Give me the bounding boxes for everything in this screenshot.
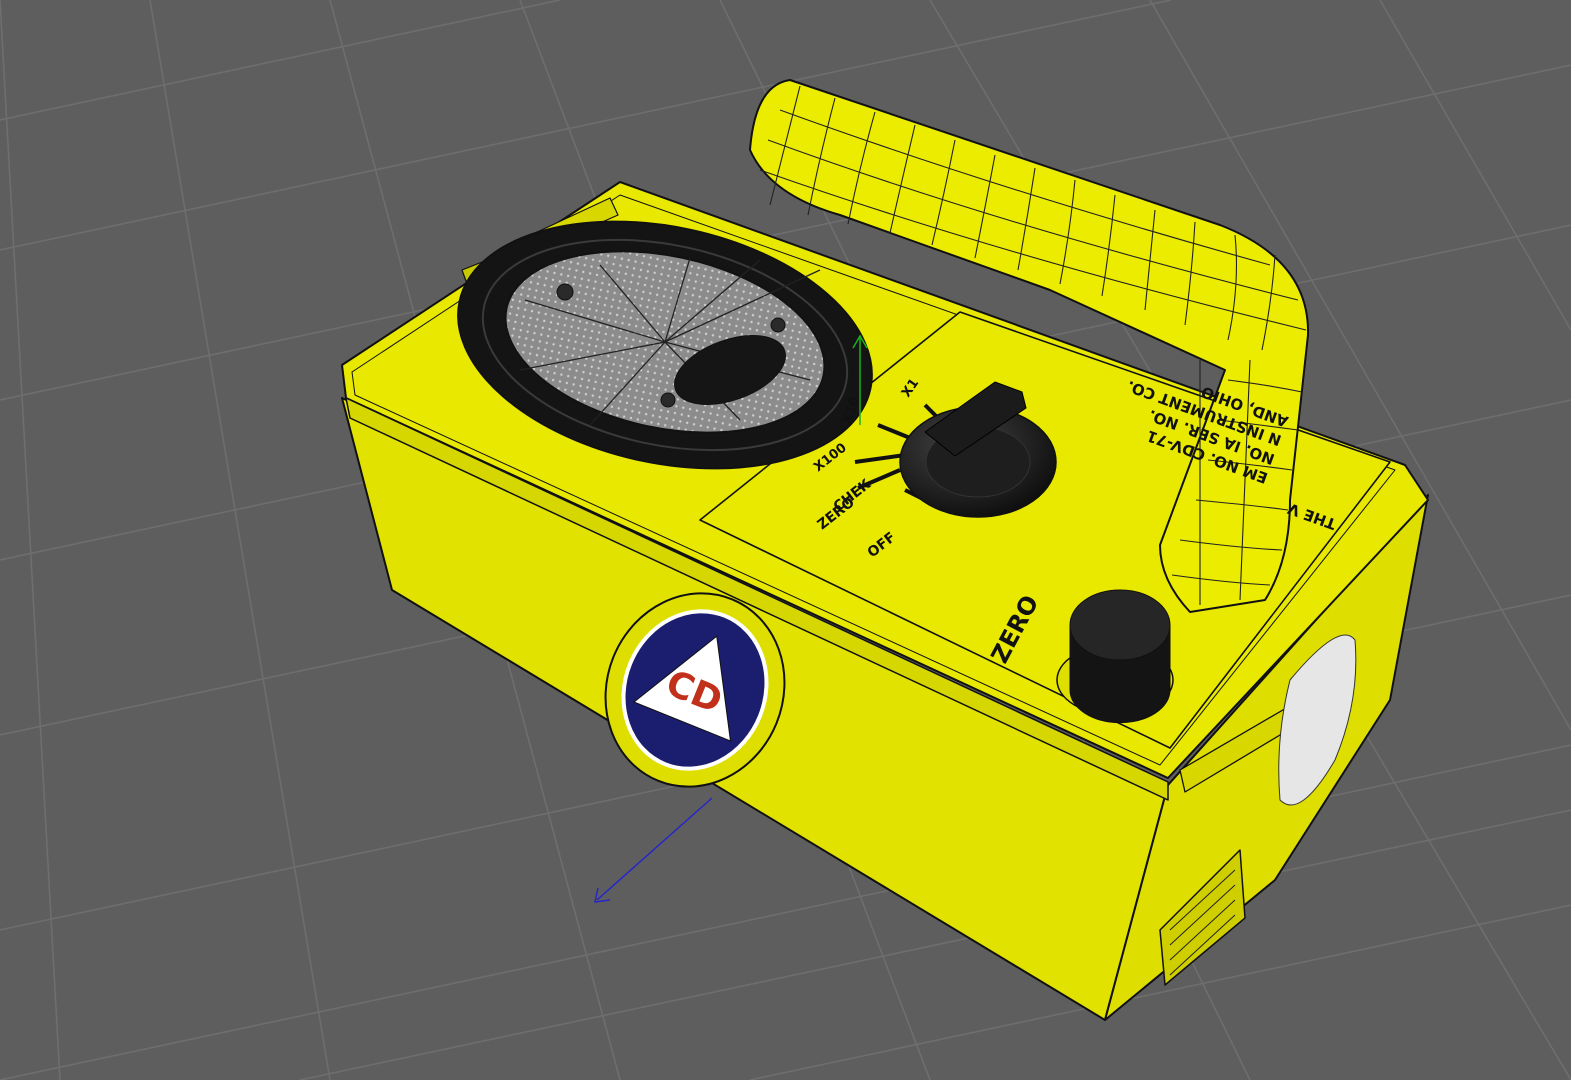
zero-adjust-knob[interactable]: [1056, 589, 1174, 724]
3d-viewport[interactable]: CD OFF ZERO CHEK X100 X10 X1 ZERO THE V …: [0, 0, 1571, 1080]
